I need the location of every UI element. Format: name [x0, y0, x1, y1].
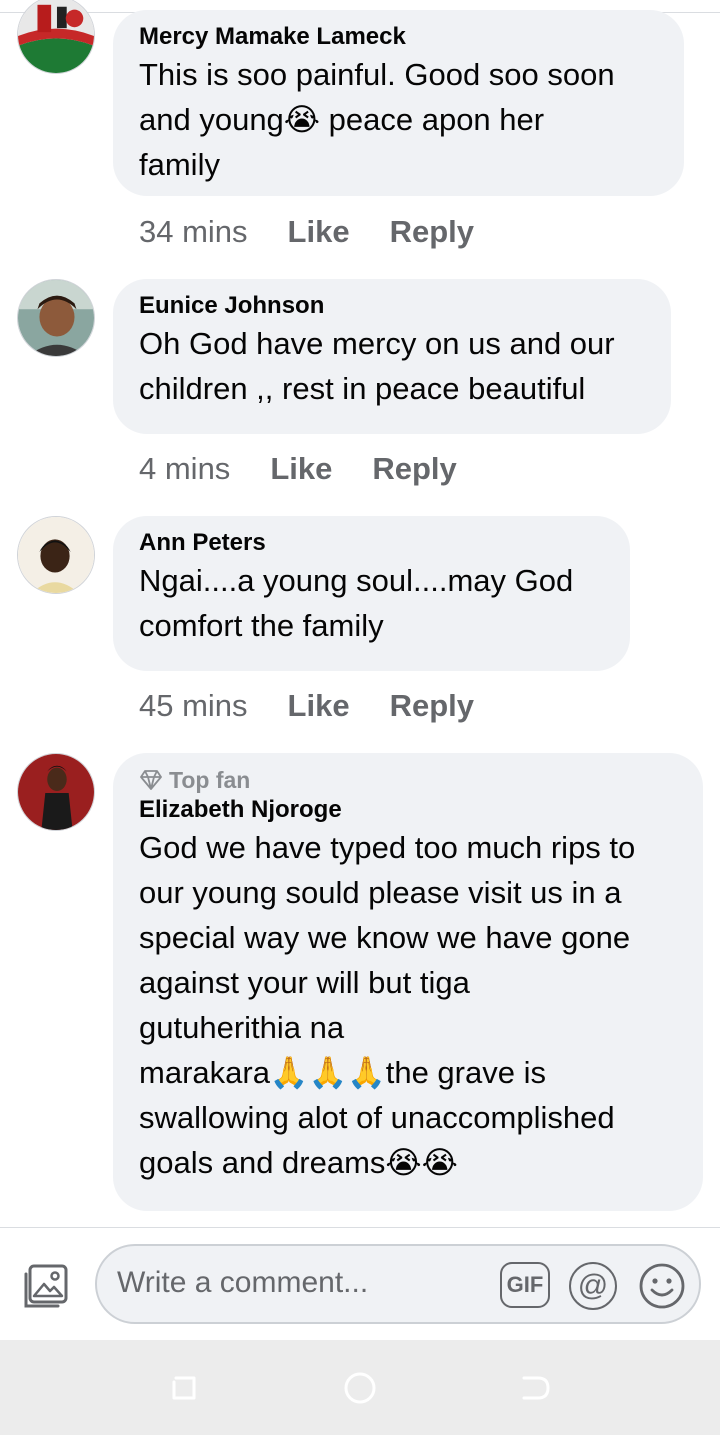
reply-button[interactable]: Reply [372, 449, 456, 489]
comment-text-line: comfort the family [139, 608, 384, 643]
comment-time: 4 mins [139, 451, 231, 486]
comment-author[interactable]: Elizabeth Njoroge [139, 795, 677, 825]
smile-icon[interactable] [638, 1262, 686, 1310]
comment-input-placeholder: Write a comment... [117, 1266, 369, 1299]
comment-text-line: swallowing alot of unaccomplished [139, 1100, 615, 1135]
comment-author[interactable]: Mercy Mamake Lameck [139, 22, 658, 52]
comment-bubble: Mercy Mamake Lameck This is soo painful.… [113, 10, 684, 196]
comment-author[interactable]: Eunice Johnson [139, 291, 645, 321]
reply-button[interactable]: Reply [390, 212, 474, 252]
comment-composer: Write a comment... GIF @ [0, 1228, 720, 1340]
comment-text-line: Ngai....a young soul....may God [139, 563, 574, 598]
like-button[interactable]: Like [288, 212, 350, 252]
system-navigation-bar [0, 1340, 720, 1435]
comment-meta: 45 mins Like Reply [139, 686, 474, 726]
recents-icon[interactable] [166, 1370, 202, 1406]
comment-text-line: our young sould please visit us in a [139, 875, 622, 910]
comment-text-line: gutuherithia na [139, 1010, 345, 1045]
back-icon[interactable] [518, 1370, 554, 1406]
badge-label: Top fan [169, 767, 251, 793]
like-button[interactable]: Like [270, 449, 332, 489]
comment-text-line: and young😭 peace apon her [139, 102, 545, 137]
comment-text-line: children ,, rest in peace beautiful [139, 371, 586, 406]
photo-icon[interactable] [20, 1260, 72, 1312]
comment-bubble: Top fan Elizabeth Njoroge God we have ty… [113, 753, 703, 1211]
comment-meta: 34 mins Like Reply [139, 212, 474, 252]
comment-time: 34 mins [139, 214, 248, 249]
home-icon[interactable] [342, 1370, 378, 1406]
comment-text-line: God we have typed too much rips to [139, 830, 636, 865]
comment-bubble: Ann Peters Ngai....a young soul....may G… [113, 516, 630, 671]
mention-button[interactable]: @ [569, 1262, 617, 1310]
comment-text-line: Oh God have mercy on us and our [139, 326, 615, 361]
diamond-icon [140, 770, 162, 790]
comment-text-line: goals and dreams😭😭 [139, 1145, 458, 1180]
gif-button[interactable]: GIF [500, 1262, 550, 1308]
comment-text-line: marakara🙏🙏🙏the grave is [139, 1055, 546, 1090]
comment-text-line: family [139, 147, 220, 182]
comment-author[interactable]: Ann Peters [139, 528, 604, 558]
top-fan-badge: Top fan [139, 765, 677, 795]
avatar[interactable] [17, 279, 95, 357]
comment-text-line: against your will but tiga [139, 965, 470, 1000]
comment-meta: 4 mins Like Reply [139, 449, 457, 489]
comment-text-line: special way we know we have gone [139, 920, 631, 955]
reply-button[interactable]: Reply [390, 686, 474, 726]
comment-time: 45 mins [139, 688, 248, 723]
comment-input[interactable]: Write a comment... GIF @ [95, 1244, 701, 1324]
like-button[interactable]: Like [288, 686, 350, 726]
avatar[interactable] [17, 0, 95, 74]
comment-text-line: This is soo painful. Good soo soon [139, 57, 615, 92]
avatar[interactable] [17, 516, 95, 594]
comment-bubble: Eunice Johnson Oh God have mercy on us a… [113, 279, 671, 434]
avatar[interactable] [17, 753, 95, 831]
